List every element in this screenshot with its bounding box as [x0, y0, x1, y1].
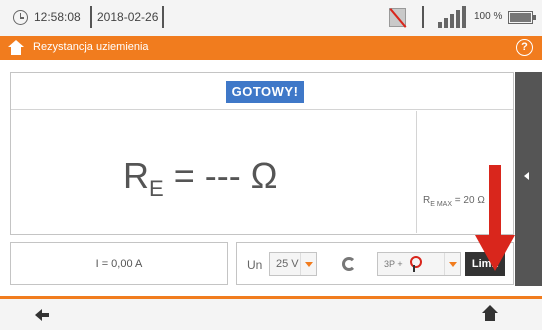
un-label: Un	[247, 258, 263, 272]
result-subscript: E	[149, 176, 164, 202]
back-icon[interactable]	[35, 309, 51, 321]
result-value: = --- Ω	[163, 155, 278, 196]
battery-icon	[508, 11, 536, 24]
date-display: 2018-02-26	[97, 10, 159, 24]
status-badge: GOTOWY!	[226, 81, 304, 103]
panel-divider	[11, 109, 513, 110]
status-separator	[162, 6, 164, 28]
bottom-nav	[0, 296, 542, 330]
battery-percent: 100 %	[474, 11, 503, 22]
current-display: I = 0,00 A	[10, 242, 228, 285]
clock-time: 12:58:08	[34, 10, 81, 24]
home-icon[interactable]	[482, 305, 498, 322]
no-signal-icon	[389, 8, 406, 27]
mode-select[interactable]: 3P +	[377, 252, 461, 276]
probe-icon	[408, 256, 422, 272]
mode-value: 3P +	[384, 259, 403, 269]
measurement-panel: GOTOWY! RE = --- Ω RE MAX = 20 Ω	[10, 72, 514, 235]
side-arrow-icon	[524, 172, 529, 180]
clock-icon	[13, 10, 28, 25]
panel-divider	[416, 111, 417, 233]
status-separator	[422, 6, 424, 28]
clamp-icon	[342, 257, 356, 271]
signal-strength-icon	[438, 6, 468, 28]
help-icon[interactable]: ?	[516, 39, 533, 56]
chevron-down-icon[interactable]	[444, 253, 460, 275]
home-icon[interactable]	[8, 40, 24, 56]
settings-panel: Un 25 V 3P + Limit	[236, 242, 514, 285]
voltage-value: 25 V	[276, 258, 299, 270]
voltage-select[interactable]: 25 V	[269, 252, 317, 276]
page-title: Rezystancja uziemienia	[33, 41, 149, 53]
result-symbol: R	[123, 155, 149, 196]
chevron-down-icon[interactable]	[300, 253, 316, 275]
limit-subscript: E MAX	[430, 201, 453, 208]
status-separator	[90, 6, 92, 28]
resistance-result: RE = --- Ω	[123, 155, 278, 202]
side-panel-tab[interactable]	[515, 72, 542, 286]
title-bar: Rezystancja uziemienia ?	[0, 36, 542, 60]
red-arrow-icon	[475, 165, 515, 271]
current-reading: I = 0,00 A	[95, 258, 143, 270]
status-bar: 12:58:08 2018-02-26 100 %	[0, 0, 542, 36]
